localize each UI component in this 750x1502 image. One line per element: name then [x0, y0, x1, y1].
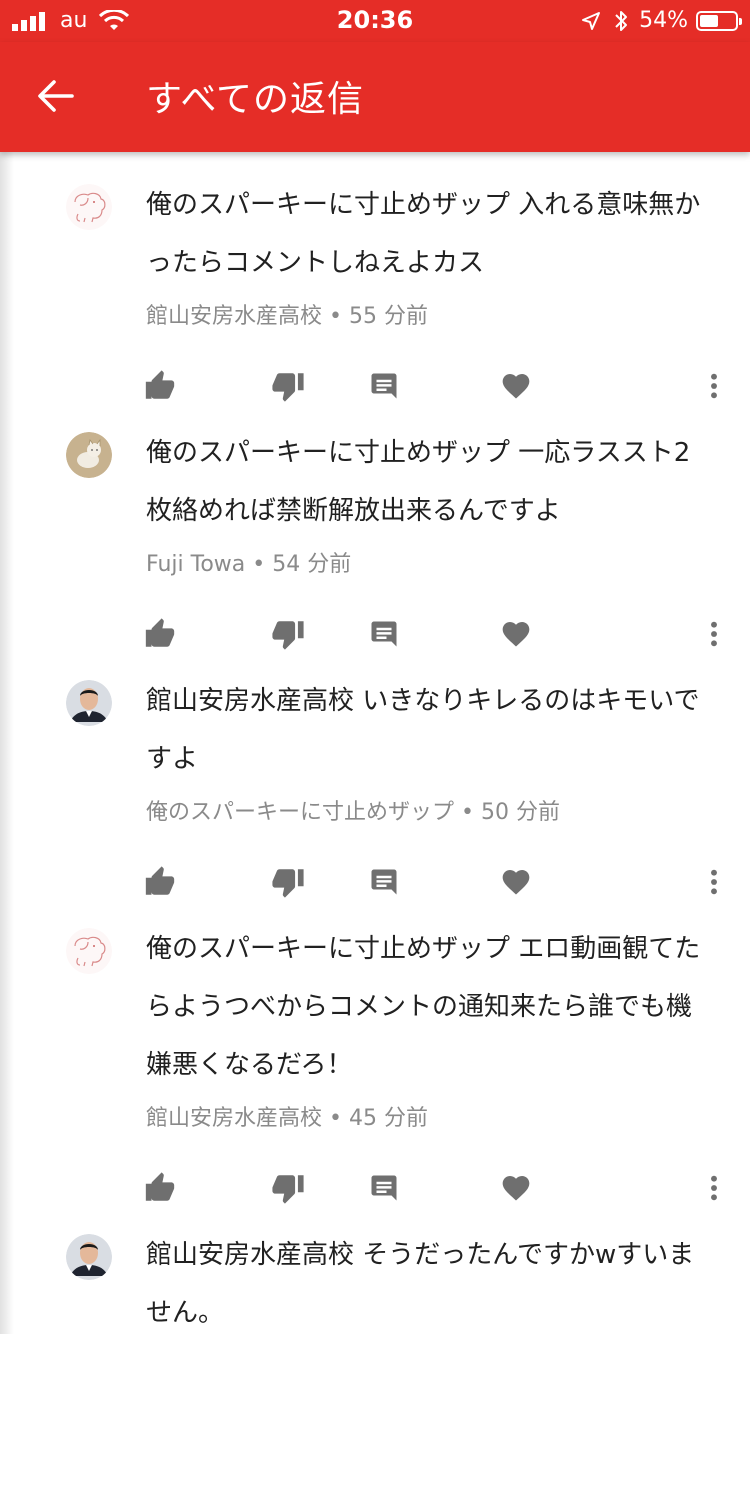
comment-time: 55 分前 — [348, 304, 428, 329]
battery-icon — [696, 10, 742, 31]
meta-separator: • — [454, 800, 481, 825]
thumb-up-icon — [145, 618, 175, 647]
comment-text: 俺のスパーキーに寸止めザップ 一応ラススト2枚絡めれば禁断解放出来るんですよ — [146, 438, 691, 526]
comment-time: 45 分前 — [348, 1106, 428, 1131]
meta-separator: • — [245, 552, 273, 577]
comment-meta: 俺のスパーキーに寸止めザップ • 50 分前 — [146, 794, 560, 826]
thumb-down-icon — [272, 1175, 304, 1204]
more-vert-icon — [711, 869, 717, 895]
status-bar: au 20:36 54% — [0, 0, 750, 42]
page-title: すべての返信 — [146, 79, 365, 120]
battery-level — [700, 14, 719, 27]
reply-icon — [371, 1175, 397, 1201]
avatar[interactable] — [66, 1234, 112, 1280]
thumb-up-icon — [145, 1172, 175, 1201]
reply-list: 俺のスパーキーに寸止めザップ 入れる意味無かったらコメントしねえよカス 館山安房水… — [0, 152, 750, 1502]
elephant-sketch-avatar-image — [66, 184, 112, 230]
comment-meta: 館山安房水産高校 • 45 分前 — [146, 1100, 428, 1132]
comment-text: 俺のスパーキーに寸止めザップ エロ動画観てたらようつべからコメントの通知来たら誰… — [146, 934, 701, 1080]
heart-icon — [502, 1176, 530, 1201]
man-photo-avatar-image — [66, 680, 112, 726]
avatar[interactable] — [66, 184, 112, 230]
location-icon — [582, 11, 601, 30]
reply-icon — [371, 869, 397, 895]
arrow-back-icon — [38, 80, 74, 112]
comment-meta: 館山安房水産高校 • 55 分前 — [146, 298, 428, 330]
thumb-down-icon — [272, 373, 304, 402]
back-button[interactable] — [36, 76, 76, 116]
comment-text: 俺のスパーキーに寸止めザップ 入れる意味無かったらコメントしねえよカス — [146, 190, 701, 278]
comment-time: 50 分前 — [480, 800, 560, 825]
comment-item: 俺のスパーキーに寸止めザップ 一応ラススト2枚絡めれば禁断解放出来るんですよ Fu… — [0, 400, 750, 650]
avatar[interactable] — [66, 680, 112, 726]
thumb-up-icon — [145, 866, 175, 895]
cat-photo-avatar-image — [66, 432, 112, 478]
meta-separator: • — [322, 1106, 349, 1131]
elephant-sketch-avatar-image — [66, 928, 112, 974]
more-vert-icon — [711, 621, 717, 647]
thumb-down-icon — [272, 621, 304, 650]
meta-separator: • — [322, 304, 349, 329]
heart-icon — [502, 374, 530, 399]
comment-item: 館山安房水産高校 そうだったんですかwすいません。 — [0, 1202, 750, 1502]
reply-icon — [371, 621, 397, 647]
avatar[interactable] — [66, 928, 112, 974]
heart-icon — [502, 870, 530, 895]
avatar[interactable] — [66, 432, 112, 478]
more-vert-icon — [711, 373, 717, 399]
app-bar: すべての返信 — [0, 42, 750, 152]
comment-item: 俺のスパーキーに寸止めザップ エロ動画観てたらようつべからコメントの通知来たら誰… — [0, 896, 750, 1204]
comment-author[interactable]: 館山安房水産高校 — [146, 304, 322, 329]
heart-icon — [502, 622, 530, 647]
thumb-down-icon — [272, 869, 304, 898]
battery-percent: 54% — [639, 8, 688, 33]
comment-author[interactable]: 俺のスパーキーに寸止めザップ — [146, 800, 454, 825]
man-photo-avatar-image — [66, 1234, 112, 1280]
comment-text: 館山安房水産高校 そうだったんですかwすいません。 — [146, 1240, 695, 1328]
thumb-up-icon — [145, 370, 175, 399]
more-vert-icon — [711, 1175, 717, 1201]
comment-item: 俺のスパーキーに寸止めザップ 入れる意味無かったらコメントしねえよカス館山安房水… — [0, 152, 750, 402]
comment-text: 館山安房水産高校 いきなりキレるのはキモいですよ — [146, 686, 700, 774]
comment-meta: Fuji Towa • 54 分前 — [146, 546, 351, 578]
reply-icon — [371, 373, 397, 399]
bluetooth-icon — [615, 10, 628, 31]
comment-time: 54 分前 — [272, 552, 352, 577]
comment-author[interactable]: Fuji Towa — [146, 552, 245, 577]
comment-item: 館山安房水産高校 いきなりキレるのはキモいですよ俺のスパーキーに寸止めザップ •… — [0, 648, 750, 898]
comment-author[interactable]: 館山安房水産高校 — [146, 1106, 322, 1131]
